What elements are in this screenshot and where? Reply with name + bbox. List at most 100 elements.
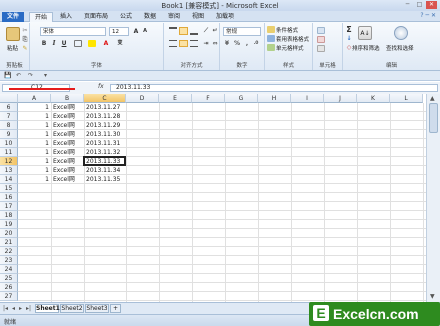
formula-input[interactable]: 2013.11.33 bbox=[110, 84, 438, 92]
cell-styles-icon[interactable] bbox=[267, 44, 275, 51]
cell-b17[interactable] bbox=[52, 202, 83, 211]
tab-file[interactable]: 文件 bbox=[2, 12, 24, 22]
help-icon[interactable]: ? ─ ✕ bbox=[420, 12, 436, 19]
column-header-f[interactable]: F bbox=[192, 94, 225, 103]
row-header[interactable]: 6 bbox=[0, 103, 18, 112]
merge-icon[interactable]: ⇔ bbox=[211, 40, 219, 47]
scroll-up-icon[interactable]: ▲ bbox=[430, 95, 435, 102]
column-header-a[interactable]: A bbox=[18, 94, 51, 103]
column-header-h[interactable]: H bbox=[258, 94, 291, 103]
align-left-icon[interactable] bbox=[169, 40, 177, 47]
cell-b23[interactable] bbox=[52, 256, 83, 265]
cell-c26[interactable] bbox=[85, 283, 125, 292]
italic-button[interactable]: I bbox=[50, 40, 58, 47]
cell-b6[interactable]: Excel网 bbox=[52, 103, 83, 112]
align-bottom-icon[interactable] bbox=[190, 27, 198, 35]
sheet-tab-3[interactable]: Sheet3 bbox=[85, 304, 109, 313]
cell-a13[interactable]: 1 bbox=[19, 166, 50, 175]
cut-icon[interactable]: ✂ bbox=[21, 27, 29, 34]
cell-c14[interactable]: 2013.11.35 bbox=[85, 175, 125, 184]
tab-home[interactable]: 开始 bbox=[29, 12, 53, 22]
row-header[interactable]: 8 bbox=[0, 121, 18, 130]
row-header[interactable]: 25 bbox=[0, 274, 18, 283]
row-header[interactable]: 13 bbox=[0, 166, 18, 175]
number-format-select[interactable]: 常规 bbox=[223, 27, 261, 36]
align-middle-icon[interactable] bbox=[179, 27, 188, 35]
cell-a8[interactable]: 1 bbox=[19, 121, 50, 130]
cell-c25[interactable] bbox=[85, 274, 125, 283]
first-sheet-icon[interactable]: |◂ bbox=[3, 305, 8, 312]
cell-a24[interactable] bbox=[19, 265, 50, 274]
cell-c13[interactable]: 2013.11.34 bbox=[85, 166, 125, 175]
redo-icon[interactable]: ↷ bbox=[28, 72, 33, 79]
copy-icon[interactable]: ⎘ bbox=[21, 36, 29, 43]
row-header[interactable]: 11 bbox=[0, 148, 18, 157]
cell-a26[interactable] bbox=[19, 283, 50, 292]
cell-b16[interactable] bbox=[52, 193, 83, 202]
cell-a22[interactable] bbox=[19, 247, 50, 256]
cell-a11[interactable]: 1 bbox=[19, 148, 50, 157]
scroll-thumb[interactable] bbox=[429, 103, 438, 133]
row-header[interactable]: 10 bbox=[0, 139, 18, 148]
column-header-e[interactable]: E bbox=[159, 94, 192, 103]
cell-a21[interactable] bbox=[19, 238, 50, 247]
cell-a15[interactable] bbox=[19, 184, 50, 193]
border-icon[interactable] bbox=[74, 40, 82, 47]
shrink-font-icon[interactable]: A bbox=[141, 28, 149, 35]
cell-a16[interactable] bbox=[19, 193, 50, 202]
paste-icon[interactable] bbox=[6, 27, 20, 41]
cell-b25[interactable] bbox=[52, 274, 83, 283]
column-header-d[interactable]: D bbox=[126, 94, 159, 103]
cell-c22[interactable] bbox=[85, 247, 125, 256]
font-size-select[interactable]: 12 bbox=[109, 27, 129, 36]
cell-c15[interactable] bbox=[85, 184, 125, 193]
row-header[interactable]: 21 bbox=[0, 238, 18, 247]
cell-b21[interactable] bbox=[52, 238, 83, 247]
cell-b15[interactable] bbox=[52, 184, 83, 193]
column-header-j[interactable]: J bbox=[324, 94, 357, 103]
cell-c20[interactable] bbox=[85, 229, 125, 238]
row-header[interactable]: 17 bbox=[0, 202, 18, 211]
cell-a20[interactable] bbox=[19, 229, 50, 238]
percent-icon[interactable]: % bbox=[233, 40, 241, 47]
cell-a27[interactable] bbox=[19, 292, 50, 301]
cell-b18[interactable] bbox=[52, 211, 83, 220]
underline-button[interactable]: U bbox=[60, 40, 68, 47]
vertical-scrollbar[interactable]: ▲ ▼ bbox=[426, 94, 440, 302]
cell-c19[interactable] bbox=[85, 220, 125, 229]
worksheet-grid[interactable]: A B C D E F G H I J K L 6 1 Excel网 2013.11.27 7 1 Excel网 20… bbox=[0, 94, 426, 302]
row-header[interactable]: 19 bbox=[0, 220, 18, 229]
cell-a6[interactable]: 1 bbox=[19, 103, 50, 112]
row-header[interactable]: 9 bbox=[0, 130, 18, 139]
cell-c24[interactable] bbox=[85, 265, 125, 274]
autosum-icon[interactable]: Σ bbox=[345, 26, 353, 34]
cell-b22[interactable] bbox=[52, 247, 83, 256]
restore-button[interactable]: □ bbox=[414, 1, 425, 9]
cell-c16[interactable] bbox=[85, 193, 125, 202]
cell-a19[interactable] bbox=[19, 220, 50, 229]
cell-b20[interactable] bbox=[52, 229, 83, 238]
fill-icon[interactable]: ↓ bbox=[345, 35, 353, 42]
row-header[interactable]: 27 bbox=[0, 292, 18, 301]
cell-b13[interactable]: Excel网 bbox=[52, 166, 83, 175]
row-header[interactable]: 12 bbox=[0, 157, 18, 166]
column-header-c[interactable]: C bbox=[84, 94, 126, 103]
paste-button[interactable]: 粘贴 bbox=[7, 44, 18, 52]
row-header[interactable]: 16 bbox=[0, 193, 18, 202]
cell-c7[interactable]: 2013.11.28 bbox=[85, 112, 125, 121]
tab-review[interactable]: 审阅 bbox=[164, 12, 184, 22]
format-table-icon[interactable] bbox=[267, 35, 275, 42]
delete-cells-icon[interactable] bbox=[317, 36, 325, 43]
fill-color-icon[interactable] bbox=[88, 40, 96, 47]
cell-b8[interactable]: Excel网 bbox=[52, 121, 83, 130]
cell-a25[interactable] bbox=[19, 274, 50, 283]
cell-a17[interactable] bbox=[19, 202, 50, 211]
font-color-icon[interactable]: A bbox=[102, 40, 110, 47]
align-right-icon[interactable] bbox=[190, 40, 198, 47]
comma-icon[interactable]: , bbox=[243, 40, 251, 47]
row-header[interactable]: 22 bbox=[0, 247, 18, 256]
select-all-corner[interactable] bbox=[0, 94, 18, 103]
format-painter-icon[interactable]: ✎ bbox=[21, 45, 29, 52]
orientation-icon[interactable]: ⟋ bbox=[202, 27, 210, 34]
column-header-i[interactable]: I bbox=[291, 94, 324, 103]
